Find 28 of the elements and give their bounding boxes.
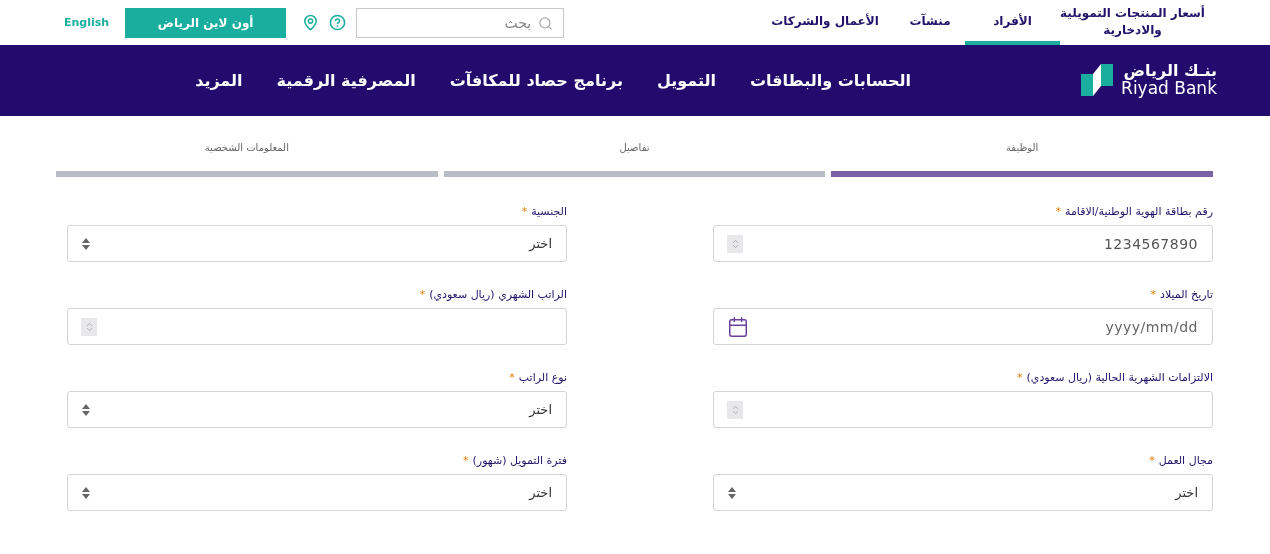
field-label: الجنسية *: [521, 205, 567, 218]
field-label: الراتب الشهري (ريال سعودي) *: [419, 288, 567, 301]
search-field[interactable]: بحث: [356, 7, 565, 38]
date-field[interactable]: yyyy/mm/dd: [713, 308, 1213, 345]
select-field[interactable]: اختر: [67, 474, 567, 511]
field-label: تاريخ الميلاد *: [1150, 288, 1213, 301]
nav-link[interactable]: الحسابات والبطاقات: [749, 71, 912, 90]
field-label: نوع الراتب *: [509, 371, 567, 384]
top-tab[interactable]: الأعمال والشركات: [755, 0, 895, 45]
logo-text: Riyad Bank: [1121, 79, 1217, 98]
top-tab[interactable]: أسعار المنتجات التمويلية والادخارية: [1060, 0, 1205, 45]
step-label: تفاصيل: [619, 142, 650, 153]
field-label: الالتزامات الشهرية الحالية (ريال سعودي) *: [1017, 371, 1213, 384]
field-label: رقم بطاقة الهوية الوطنية/الاقامة *: [1055, 205, 1213, 218]
field-label: مجال العمل *: [1149, 454, 1213, 467]
select-field[interactable]: اختر: [67, 391, 567, 428]
logo-text: بنـك الرياض: [1123, 63, 1217, 80]
select-field[interactable]: اختر: [713, 474, 1213, 511]
step-label: المعلومات الشخصية: [204, 142, 289, 153]
top-tab[interactable]: منشآت: [895, 0, 965, 45]
nav-link[interactable]: المزيد: [195, 71, 243, 90]
select-field[interactable]: اختر: [67, 225, 567, 262]
nav-link[interactable]: برنامج حصاد للمكافآت: [449, 71, 623, 90]
nav-link[interactable]: المصرفية الرقمية: [276, 71, 416, 90]
field-label: فترة التمويل (شهور) *: [463, 454, 567, 467]
nav-link[interactable]: التمويل: [656, 71, 716, 90]
step-label: الوظيفة: [1005, 142, 1039, 153]
number-field[interactable]: 1234567890: [713, 225, 1213, 262]
